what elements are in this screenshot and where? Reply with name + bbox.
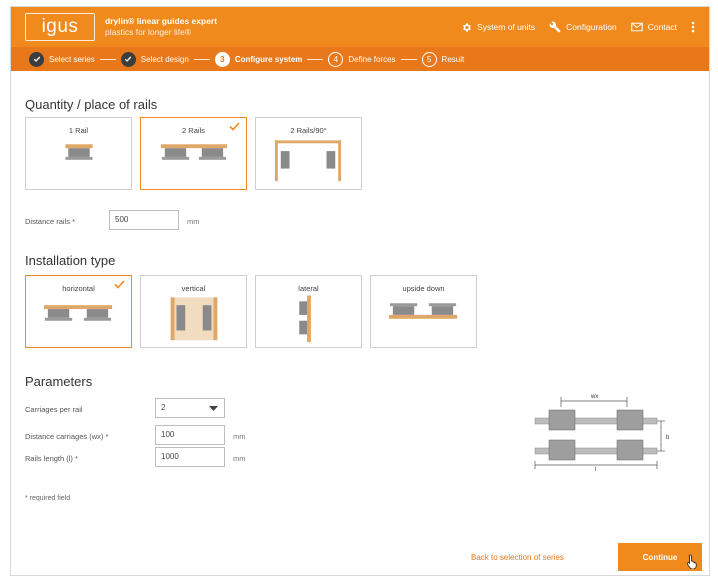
step-label: Result (441, 54, 465, 64)
upside-down-illustration (388, 303, 458, 319)
carriages-per-rail-label: Carriages per rail (25, 405, 83, 414)
distance-rails-unit: mm (187, 217, 200, 226)
two-rails-illustration (160, 144, 228, 160)
step-select-design[interactable]: Select design (120, 51, 189, 67)
option-1-rail[interactable]: 1 Rail (25, 117, 132, 190)
brand-subtitle: plastics for longer life® (105, 27, 192, 37)
distance-rails-input[interactable]: 500 (109, 210, 179, 230)
two-rails-90-illustration (274, 140, 342, 182)
step-number: 5 (421, 51, 437, 67)
rails-length-input[interactable]: 1000 (155, 447, 225, 467)
distance-carriages-input[interactable]: 100 (155, 425, 225, 445)
chevron-down-icon (209, 406, 218, 411)
step-label: Configure system (234, 54, 303, 64)
option-2-rails[interactable]: 2 Rails (140, 117, 247, 190)
nav-contact-label: Contact (647, 22, 677, 32)
option-lateral[interactable]: lateral (255, 275, 362, 348)
step-divider (400, 58, 417, 60)
back-to-series-link[interactable]: Back to selection of series (471, 553, 564, 562)
more-menu-button[interactable] (691, 21, 695, 33)
option-upside-down[interactable]: upside down (370, 275, 477, 348)
step-select-series[interactable]: Select series (29, 51, 95, 67)
progress-stepper: Select series Select design 3 Configure … (11, 47, 709, 71)
nav-system-of-units[interactable]: System of units (461, 22, 535, 33)
rail-dimension-diagram: wx b l (534, 394, 670, 471)
installation-section-title: Installation type (25, 253, 116, 268)
hand-cursor-icon (687, 554, 697, 569)
option-vertical[interactable]: vertical (140, 275, 247, 348)
app-window: igus drylin® linear guides expert plasti… (10, 6, 710, 576)
igus-logo[interactable]: igus (25, 13, 95, 41)
b-label: b (666, 435, 670, 441)
top-header: igus drylin® linear guides expert plasti… (11, 7, 709, 47)
gear-icon (463, 22, 471, 32)
rails-length-label: Rails length (l) * (25, 454, 78, 463)
step-label: Define forces (348, 54, 396, 64)
step-configure-system[interactable]: 3 Configure system (214, 51, 303, 67)
check-circle-icon (29, 51, 44, 67)
check-circle-icon (120, 51, 136, 67)
brand-tagline: drylin® linear guides expert plastics fo… (105, 16, 217, 38)
lateral-illustration (299, 295, 311, 343)
distance-carriages-label: Distance carriages (wx) * (25, 432, 109, 441)
mail-icon (630, 22, 643, 32)
nav-system-of-units-label: System of units (477, 22, 536, 32)
step-divider (307, 58, 324, 60)
option-2-rails-90[interactable]: 2 Rails/90° (255, 117, 362, 190)
quantity-section-title: Quantity / place of rails (25, 97, 158, 112)
wx-label: wx (590, 394, 598, 400)
step-define-forces[interactable]: 4 Define forces (328, 51, 396, 67)
step-label: Select design (140, 54, 189, 64)
one-rail-illustration (65, 144, 93, 160)
parameters-section-title: Parameters (25, 374, 93, 389)
nav-configuration[interactable]: Configuration (549, 21, 617, 33)
wrench-icon (549, 21, 561, 33)
vertical-illustration (170, 297, 218, 341)
step-divider (99, 58, 116, 60)
step-divider (193, 58, 210, 60)
step-number: 4 (328, 51, 344, 67)
more-vertical-icon (691, 21, 695, 33)
nav-contact[interactable]: Contact (630, 22, 677, 32)
carriages-per-rail-value: 2 (161, 403, 166, 412)
distance-rails-label: Distance rails * (25, 217, 76, 226)
horizontal-illustration (43, 305, 113, 321)
step-number: 3 (214, 51, 230, 67)
option-horizontal[interactable]: horizontal (25, 275, 132, 348)
nav-configuration-label: Configuration (566, 22, 617, 32)
distance-carriages-unit: mm (233, 432, 246, 441)
rails-length-unit: mm (233, 454, 246, 463)
step-result[interactable]: 5 Result (421, 51, 465, 67)
top-navigation: System of units Configuration Contact (461, 7, 695, 47)
brand-title: drylin® linear guides expert (105, 16, 218, 26)
carriages-per-rail-select[interactable]: 2 (155, 398, 225, 418)
required-field-note: * required field (25, 495, 71, 502)
l-label: l (595, 467, 596, 471)
step-label: Select series (49, 54, 95, 64)
